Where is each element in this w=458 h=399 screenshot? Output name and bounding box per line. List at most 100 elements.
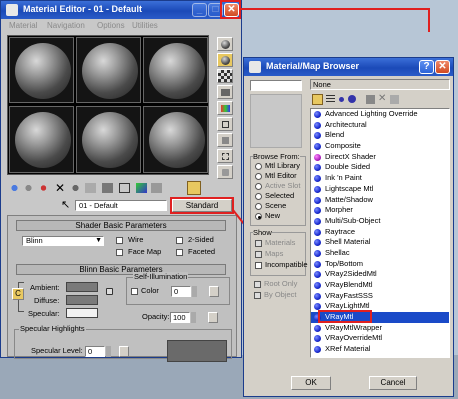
radio-new[interactable] xyxy=(255,213,262,220)
material-list-item[interactable]: Top/Bottom xyxy=(311,259,449,270)
radio-scene-label: Scene xyxy=(265,201,287,210)
root-only-label: Root Only xyxy=(264,279,298,288)
browse-from-group: Browse From: Mtl Library Mtl Editor Acti… xyxy=(250,152,306,226)
material-list-item-label: VRayBlendMtl xyxy=(325,280,373,289)
radio-selected[interactable] xyxy=(255,193,262,200)
material-list-item-label: Composite xyxy=(325,141,361,151)
material-sphere-icon xyxy=(314,260,321,268)
show-title: Show xyxy=(253,228,272,238)
material-sphere-icon xyxy=(314,282,321,289)
show-maps-checkbox[interactable] xyxy=(255,251,262,258)
material-sphere-icon xyxy=(314,121,321,129)
view-list-icons-icon[interactable] xyxy=(326,95,335,104)
material-list-item[interactable]: VRayBlendMtl xyxy=(311,280,449,291)
material-list-item[interactable]: Composite xyxy=(311,141,449,152)
browser-preview-area xyxy=(250,94,302,148)
material-list-item-label: Architectural xyxy=(325,119,367,129)
clear-library-icon[interactable] xyxy=(390,95,399,104)
material-list-item-label: Advanced Lighting Override xyxy=(325,109,418,118)
material-sphere-icon xyxy=(314,228,321,236)
material-list-item-label: XRef Material xyxy=(325,344,371,354)
material-list-item[interactable]: Raytrace xyxy=(311,227,449,238)
browser-name-field[interactable]: None xyxy=(310,79,450,90)
radio-mtl-editor[interactable] xyxy=(255,173,262,180)
ok-button[interactable]: OK xyxy=(291,376,331,390)
radio-active-slot-label: Active Slot xyxy=(265,181,301,190)
material-browser-window: Material/Map Browser ? ✕ Browse From: Mt… xyxy=(243,57,454,397)
material-list-item[interactable]: VRay2SidedMtl xyxy=(311,269,449,280)
material-list-item-label: Multi/Sub-Object xyxy=(325,215,381,225)
material-list-item[interactable]: Ink 'n Paint xyxy=(311,173,449,184)
radio-selected-label: Selected xyxy=(265,191,295,200)
view-small-icons-icon[interactable] xyxy=(339,97,344,102)
update-scene-icon[interactable] xyxy=(366,95,375,104)
material-list-item[interactable]: XRef Material xyxy=(311,344,449,355)
material-sphere-icon xyxy=(314,132,321,140)
browser-close-button[interactable]: ✕ xyxy=(435,60,450,74)
material-list-item[interactable]: Shell Material xyxy=(311,237,449,248)
material-sphere-icon xyxy=(314,335,321,343)
material-list-item[interactable]: Matte/Shadow xyxy=(311,195,449,206)
help-button[interactable]: ? xyxy=(419,60,434,74)
material-list-item-label: Ink 'n Paint xyxy=(325,173,362,183)
material-list-item[interactable]: VRayFastSSS xyxy=(311,291,449,302)
material-sphere-icon xyxy=(314,196,321,204)
material-sphere-icon xyxy=(314,249,321,257)
show-incompatible-label: Incompatible xyxy=(265,260,308,269)
material-list-item-label: VRayOverrideMtl xyxy=(325,333,383,343)
show-group: Show Materials Maps Incompatible xyxy=(250,228,308,276)
material-list-item[interactable]: DirectX Shader xyxy=(311,152,449,163)
radio-mtl-library-label: Mtl Library xyxy=(265,161,301,170)
material-sphere-icon xyxy=(314,207,321,215)
browser-title: Material/Map Browser xyxy=(266,61,360,71)
material-list-item[interactable]: VRayOverrideMtl xyxy=(311,333,449,344)
show-maps-label: Maps xyxy=(265,249,284,258)
material-list-item-label: Top/Bottom xyxy=(325,258,363,268)
browser-search-field[interactable] xyxy=(250,80,302,91)
radio-mtl-editor-label: Mtl Editor xyxy=(265,171,297,180)
view-list-icon[interactable] xyxy=(312,94,323,105)
material-list-item-label: Shellac xyxy=(325,247,350,257)
material-sphere-icon xyxy=(314,217,321,225)
show-incompatible-checkbox[interactable] xyxy=(255,262,262,269)
material-sphere-icon xyxy=(314,292,321,300)
show-materials-label: Materials xyxy=(265,238,296,247)
material-list-item-label: Lightscape Mtl xyxy=(325,183,374,193)
by-object-checkbox[interactable] xyxy=(254,292,261,299)
radio-active-slot[interactable] xyxy=(255,183,262,190)
material-list-item[interactable]: Advanced Lighting Override xyxy=(311,109,449,120)
material-list-item[interactable]: VRayMtlWrapper xyxy=(311,323,449,334)
material-list-item-label: Morpher xyxy=(325,205,353,215)
material-sphere-icon xyxy=(314,175,321,183)
browser-view-toolbar: ✕ xyxy=(310,93,450,107)
browser-titlebar[interactable]: Material/Map Browser ? ✕ xyxy=(244,58,453,76)
material-list-item[interactable]: Multi/Sub-Object xyxy=(311,216,449,227)
material-sphere-icon xyxy=(314,239,321,247)
material-sphere-icon xyxy=(314,153,321,161)
cancel-button[interactable]: Cancel xyxy=(369,376,417,390)
material-sphere-icon xyxy=(314,346,321,354)
radio-mtl-library[interactable] xyxy=(255,163,262,170)
material-list-item-label: Raytrace xyxy=(325,226,356,236)
material-list-item[interactable]: Architectural xyxy=(311,120,449,131)
material-sphere-icon xyxy=(314,143,321,151)
material-list-item-label: Shell Material xyxy=(325,237,371,247)
material-list-item-label: Matte/Shadow xyxy=(325,194,373,204)
annotation-box-vraymtl xyxy=(318,310,372,323)
view-large-icons-icon[interactable] xyxy=(348,95,356,103)
material-sphere-icon xyxy=(314,164,321,172)
root-only-checkbox[interactable] xyxy=(254,281,261,288)
radio-new-label: New xyxy=(265,211,281,220)
material-list-item-label: VRayMtlWrapper xyxy=(325,322,382,332)
material-sphere-icon xyxy=(314,185,321,193)
material-list-item[interactable]: Lightscape Mtl xyxy=(311,184,449,195)
material-list-item-label: VRay2SidedMtl xyxy=(325,269,377,279)
show-materials-checkbox[interactable] xyxy=(255,240,262,247)
delete-from-library-icon[interactable]: ✕ xyxy=(378,93,386,105)
material-list-item[interactable]: Double Sided xyxy=(311,162,449,173)
material-list-item[interactable]: Morpher xyxy=(311,205,449,216)
material-list-item[interactable]: Shellac xyxy=(311,248,449,259)
material-list-item[interactable]: Blend xyxy=(311,130,449,141)
radio-scene[interactable] xyxy=(255,203,262,210)
material-list-item-label: DirectX Shader xyxy=(325,151,376,161)
